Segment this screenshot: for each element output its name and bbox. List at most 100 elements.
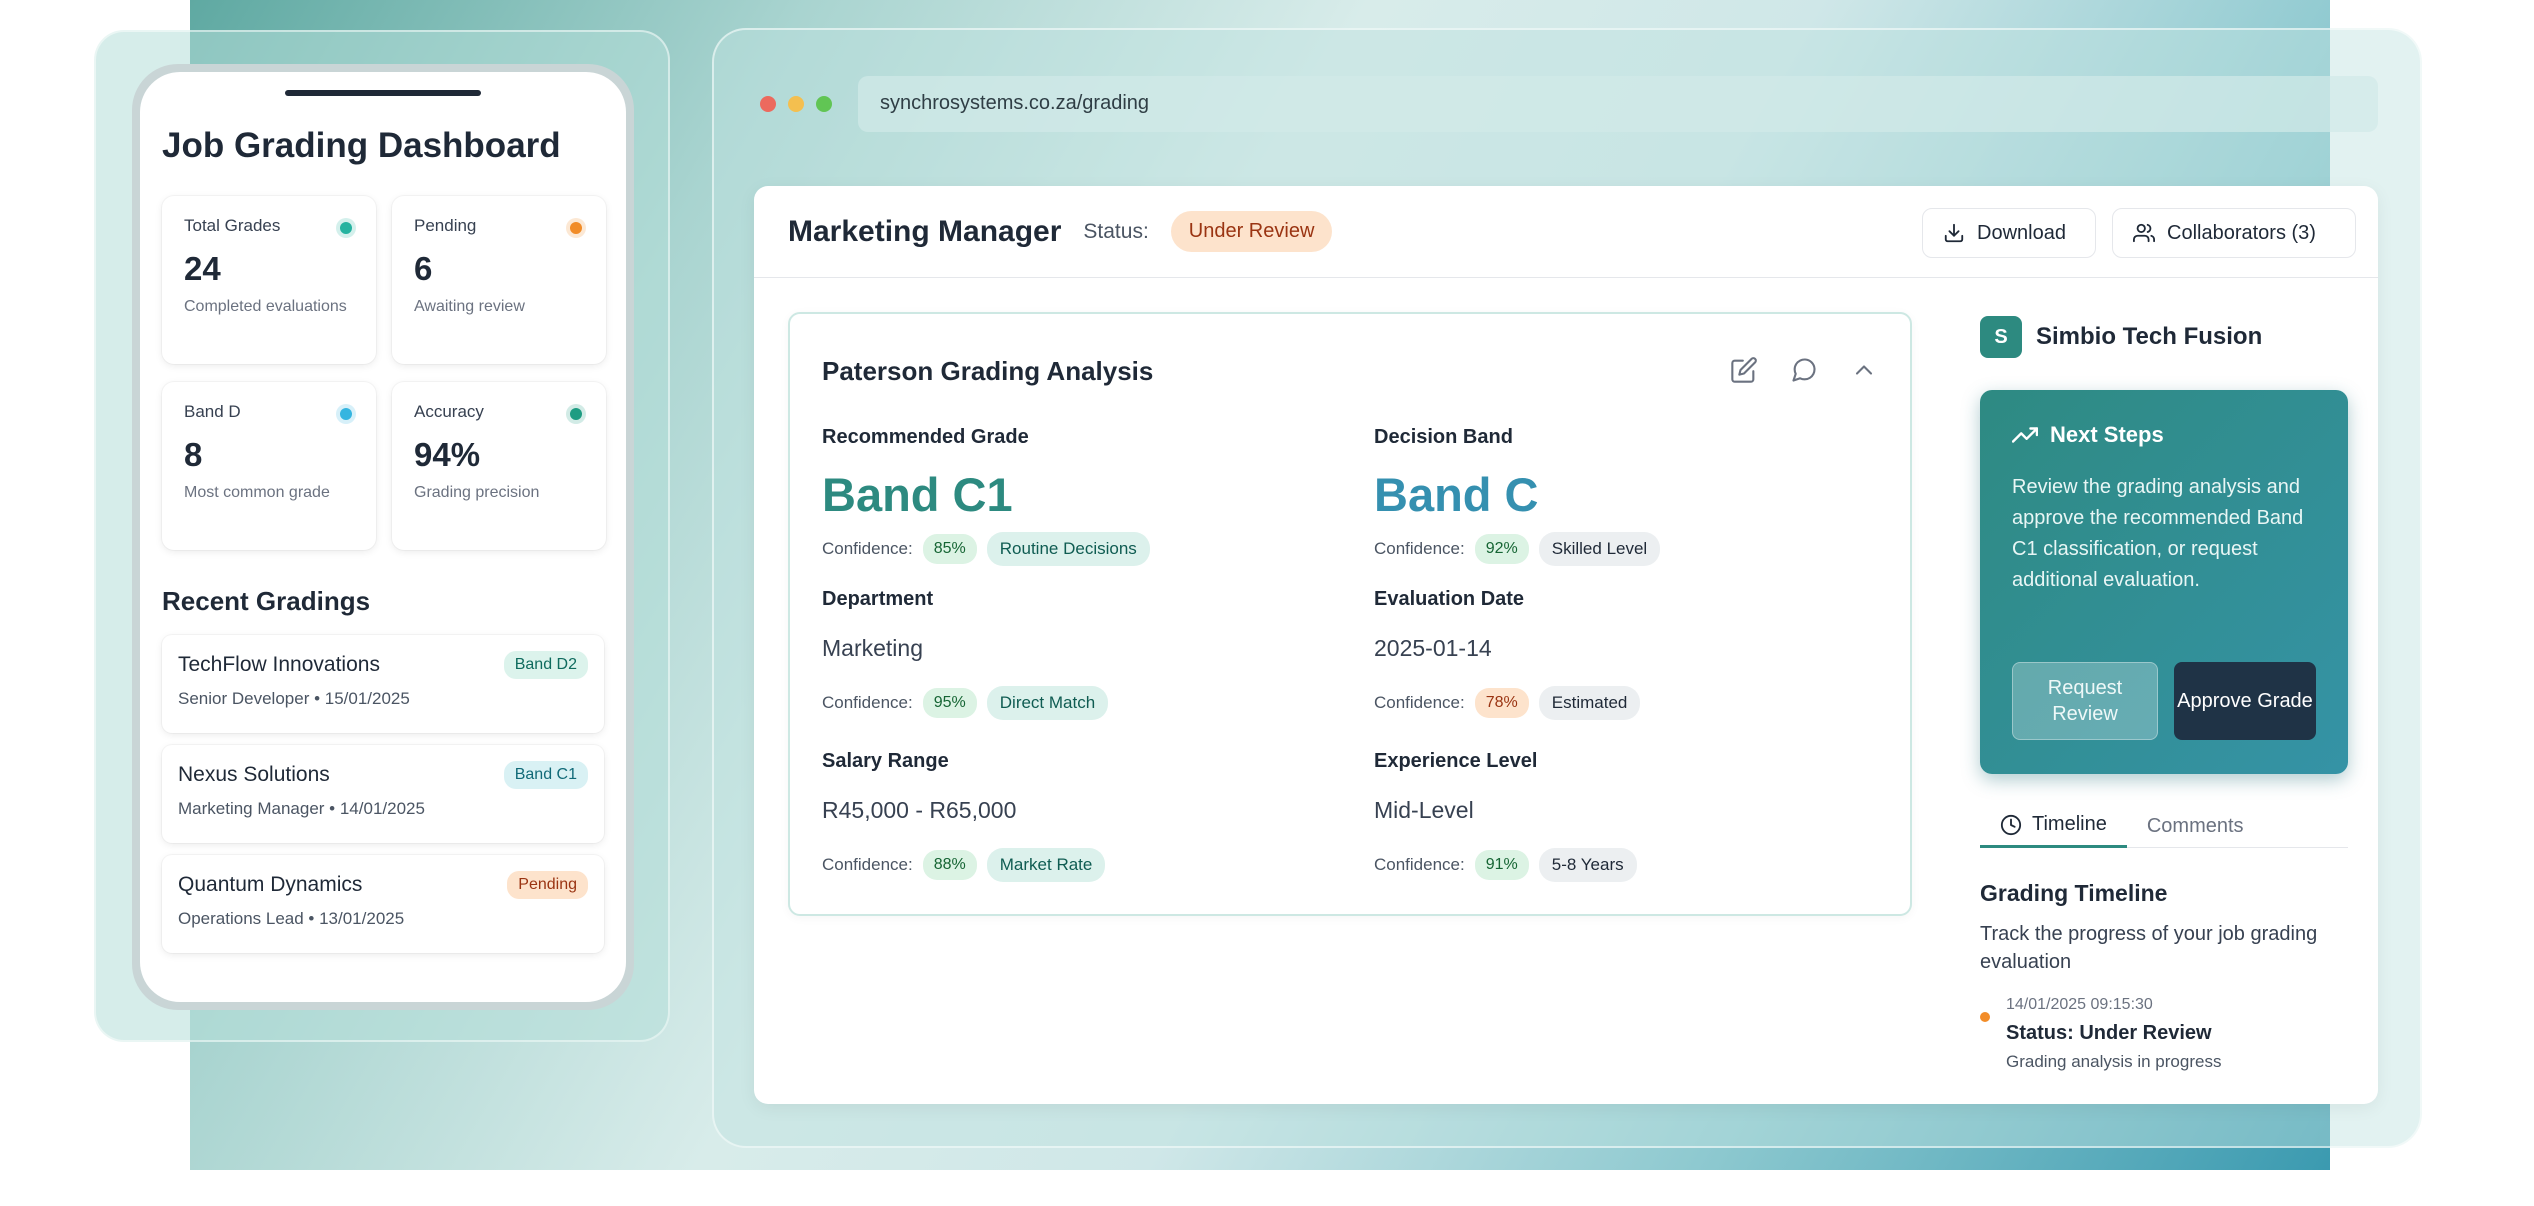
stat-card-total-grades[interactable]: Total Grades 24 Completed evaluations — [162, 196, 376, 364]
recent-gradings-title: Recent Gradings — [162, 586, 371, 616]
stat-sub: Most common grade — [184, 484, 330, 501]
stat-sub: Completed evaluations — [184, 298, 347, 315]
confidence-row: Confidence: 95% Direct Match — [822, 686, 1109, 720]
event-time: 14/01/2025 09:15:30 — [2006, 996, 2153, 1013]
stat-card-accuracy[interactable]: Accuracy 94% Grading precision — [392, 382, 606, 550]
confidence-row: Confidence: 91% 5-8 Years — [1374, 848, 1637, 882]
confidence-label: Confidence: — [822, 855, 913, 874]
chevron-up-icon[interactable] — [1850, 356, 1878, 384]
approve-grade-button[interactable]: Approve Grade — [2174, 662, 2316, 740]
stat-value: 24 — [184, 250, 221, 287]
download-label: Download — [1977, 221, 2066, 244]
department-field: Department Marketing Confidence: 95% Dir… — [822, 588, 1109, 720]
confidence-row: Confidence: 85% Routine Decisions — [822, 532, 1150, 566]
stat-card-pending[interactable]: Pending 6 Awaiting review — [392, 196, 606, 364]
field-tag: Estimated — [1538, 686, 1641, 720]
recommended-grade-field: Recommended Grade Band C1 Confidence: 85… — [822, 426, 1150, 566]
users-icon — [2133, 222, 2155, 244]
grading-meta: Operations Lead • 13/01/2025 — [178, 909, 405, 928]
field-label: Department — [822, 588, 934, 610]
status-dot — [336, 404, 356, 424]
company-avatar: S — [1980, 316, 2022, 358]
app-window: Marketing Manager Status: Under Review D… — [754, 186, 2378, 1104]
recent-grading-item[interactable]: Quantum Dynamics Operations Lead • 13/01… — [162, 855, 604, 953]
phone-notch — [285, 90, 481, 96]
edit-icon[interactable] — [1730, 356, 1758, 384]
confidence-value: 85% — [922, 534, 977, 564]
status-dot — [566, 404, 586, 424]
department-value: Marketing — [822, 635, 923, 661]
stats-grid: Total Grades 24 Completed evaluations Pe… — [162, 196, 606, 550]
collaborators-button[interactable]: Collaborators (3) — [2112, 208, 2356, 258]
company-header: S Simbio Tech Fusion — [1980, 316, 2262, 358]
field-label: Decision Band — [1374, 426, 1513, 448]
request-review-button[interactable]: Request Review — [2012, 662, 2158, 740]
status-dot — [566, 218, 586, 238]
collaborators-label: Collaborators (3) — [2167, 221, 2316, 244]
stat-label: Total Grades — [184, 216, 281, 235]
evaluation-date-value: 2025-01-14 — [1374, 635, 1492, 661]
window-close-button[interactable] — [760, 96, 776, 112]
status-label: Status: — [1083, 219, 1149, 243]
next-steps-title: Next Steps — [2012, 422, 2316, 448]
window-maximize-button[interactable] — [816, 96, 832, 112]
salary-range-field: Salary Range R45,000 - R65,000 Confidenc… — [822, 750, 1106, 882]
pending-badge: Pending — [507, 871, 588, 899]
stat-value: 8 — [184, 436, 203, 473]
grade-badge: Band C1 — [503, 761, 588, 789]
timeline-dot — [1980, 1012, 1990, 1022]
field-tag: Market Rate — [986, 848, 1106, 882]
next-steps-text: Review the grading analysis and approve … — [2012, 476, 2304, 591]
recent-grading-item[interactable]: TechFlow Innovations Senior Developer • … — [162, 635, 604, 733]
sidebar-tabs: Timeline Comments — [1980, 804, 2348, 848]
stat-label: Band D — [184, 402, 241, 421]
next-steps-card: Next Steps Review the grading analysis a… — [1980, 390, 2348, 774]
stat-sub: Awaiting review — [414, 298, 525, 315]
confidence-value: 88% — [922, 850, 977, 880]
tab-timeline[interactable]: Timeline — [1980, 804, 2127, 848]
stat-value: 6 — [414, 250, 433, 287]
url-bar[interactable]: synchrosystems.co.za/grading — [858, 76, 2378, 132]
stat-label: Accuracy — [414, 402, 484, 421]
grading-analysis-card: Paterson Grading Analysis Recommended Gr… — [788, 312, 1912, 916]
field-label: Salary Range — [822, 750, 949, 772]
confidence-row: Confidence: 78% Estimated — [1374, 686, 1641, 720]
field-label: Experience Level — [1374, 750, 1538, 772]
next-steps-label: Next Steps — [2050, 422, 2164, 447]
decision-band-value: Band C — [1374, 468, 1539, 521]
phone-device: Job Grading Dashboard Total Grades 24 Co… — [132, 64, 634, 1010]
company-name: Simbio Tech Fusion — [2036, 323, 2263, 350]
decision-band-field: Decision Band Band C Confidence: 92% Ski… — [1374, 426, 1661, 566]
confidence-row: Confidence: 88% Market Rate — [822, 848, 1106, 882]
recent-grading-item[interactable]: Nexus Solutions Marketing Manager • 14/0… — [162, 745, 604, 843]
download-icon — [1943, 222, 1965, 244]
salary-range-value: R45,000 - R65,000 — [822, 797, 1017, 823]
trending-up-icon — [2012, 422, 2038, 448]
event-status: Status: Under Review — [2006, 1022, 2212, 1044]
confidence-label: Confidence: — [1374, 855, 1465, 874]
confidence-value: 78% — [1474, 688, 1529, 718]
confidence-label: Confidence: — [822, 539, 913, 558]
confidence-value: 91% — [1474, 850, 1529, 880]
download-button[interactable]: Download — [1922, 208, 2096, 258]
confidence-value: 92% — [1474, 534, 1529, 564]
field-label: Recommended Grade — [822, 426, 1029, 448]
field-label: Evaluation Date — [1374, 588, 1525, 610]
window-minimize-button[interactable] — [788, 96, 804, 112]
field-tag: Routine Decisions — [986, 532, 1150, 566]
app-header: Marketing Manager Status: Under Review D… — [754, 186, 2378, 278]
timeline-title: Grading Timeline — [1980, 880, 2168, 906]
timeline-description: Track the progress of your job grading e… — [1980, 923, 2318, 973]
comment-icon[interactable] — [1790, 356, 1818, 384]
tab-label: Timeline — [2032, 813, 2107, 835]
stat-card-band-d[interactable]: Band D 8 Most common grade — [162, 382, 376, 550]
grading-meta: Marketing Manager • 14/01/2025 — [178, 799, 425, 818]
field-tag: 5-8 Years — [1538, 848, 1637, 882]
field-tag: Skilled Level — [1538, 532, 1661, 566]
tab-label: Comments — [2146, 814, 2244, 837]
card-title: Paterson Grading Analysis — [822, 356, 1154, 386]
phone-screen: Job Grading Dashboard Total Grades 24 Co… — [140, 72, 626, 1002]
experience-level-field: Experience Level Mid-Level Confidence: 9… — [1374, 750, 1637, 882]
field-tag: Direct Match — [986, 686, 1109, 720]
tab-comments[interactable]: Comments — [2127, 804, 2264, 848]
